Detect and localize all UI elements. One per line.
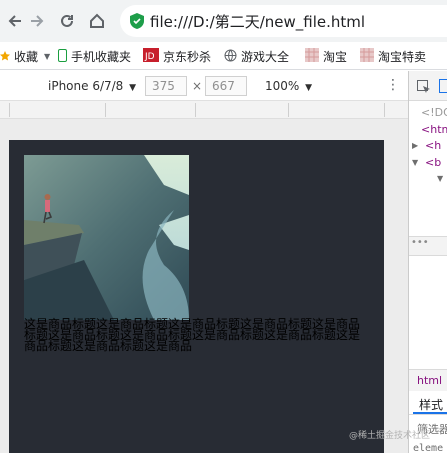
- ruler-tick: [9, 103, 10, 117]
- ruler-bar: [0, 101, 408, 119]
- bookmark-mobile[interactable]: 手机收藏夹: [58, 48, 131, 65]
- collapse-arrow-icon[interactable]: ▼: [437, 174, 443, 183]
- ruler-tick: [288, 103, 289, 117]
- product-image: [24, 155, 189, 320]
- ruler-tick: [105, 103, 106, 117]
- jd-icon: JD: [143, 48, 159, 65]
- chevron-down-icon: ▼: [129, 83, 137, 93]
- device-toolbar: iPhone 6/7/8 ▼ 375 × 667 100% ▼ ⋮: [0, 71, 408, 101]
- svg-text:JD: JD: [144, 52, 155, 62]
- address-bar-row: file:///D:/第二天/new_file.html: [0, 0, 447, 42]
- collapse-arrow-icon[interactable]: ▼: [412, 158, 418, 167]
- width-input[interactable]: 375: [145, 76, 187, 96]
- ruler-tick: [195, 103, 196, 117]
- bookmark-label: 手机收藏夹: [71, 50, 132, 64]
- bookmark-collect[interactable]: 收藏 ▼: [0, 48, 50, 65]
- devtools-toolbar: [409, 71, 447, 101]
- product-title-text: 这是商品标题这是商品标题这是商品标题这是商品标题这是商品标题这是商品标题这是商品…: [24, 317, 361, 353]
- zoom-select[interactable]: 100% ▼: [265, 79, 312, 93]
- url-text[interactable]: file:///D:/第二天/new_file.html: [150, 11, 365, 32]
- shield-icon: [130, 13, 144, 29]
- reload-icon[interactable]: [56, 10, 78, 32]
- breadcrumb-html[interactable]: html: [417, 374, 442, 387]
- chevron-down-icon[interactable]: ▼: [44, 52, 50, 61]
- bookmark-taobao[interactable]: 淘宝: [305, 48, 347, 65]
- chevron-down-icon: ▼: [305, 83, 313, 93]
- bookmark-taobao-sale[interactable]: 淘宝特卖: [360, 48, 426, 65]
- ruler-tick: [384, 103, 385, 117]
- bookmark-label: 淘宝特卖: [378, 50, 427, 64]
- devtools-breadcrumb: html: [409, 369, 447, 391]
- zoom-value: 100%: [265, 79, 300, 93]
- device-select[interactable]: iPhone 6/7/8 ▼: [48, 79, 136, 93]
- code-line[interactable]: <htm: [421, 123, 447, 136]
- emulated-page: 这是商品标题这是商品标题这是商品标题这是商品标题这是商品标题这是商品标题这是商品…: [9, 140, 384, 453]
- devtools-divider[interactable]: •••: [409, 236, 447, 256]
- star-icon: [0, 50, 10, 64]
- active-tab-indicator: [413, 412, 447, 414]
- dimension-separator: ×: [192, 79, 203, 93]
- watermark: @稀土掘金技术社区: [349, 431, 431, 441]
- arrow-right-icon[interactable]: [26, 10, 48, 32]
- devtools-panel: <!DO <htm ▶ <h ▼ <b ▼ ••• html 样式 筛选器 el…: [408, 71, 447, 453]
- inspect-icon[interactable]: [417, 79, 431, 98]
- arrow-left-icon[interactable]: [4, 10, 26, 32]
- bookmark-label: 淘宝: [323, 50, 348, 64]
- tab-styles[interactable]: 样式: [419, 396, 443, 413]
- bookmark-label: 京东秒杀: [163, 50, 212, 64]
- taobao-icon: [305, 48, 319, 65]
- home-icon[interactable]: [86, 10, 108, 32]
- device-toggle-icon[interactable]: [439, 79, 447, 93]
- phone-icon: [58, 48, 67, 65]
- bookmark-jd[interactable]: JD 京东秒杀: [143, 48, 211, 65]
- height-input[interactable]: 667: [205, 76, 247, 96]
- code-line[interactable]: <h: [425, 139, 441, 152]
- drag-handle-icon[interactable]: •••: [411, 237, 429, 248]
- devtools-subtabs: 样式: [409, 391, 447, 415]
- expand-arrow-icon[interactable]: ▶: [412, 141, 418, 150]
- bookmark-games[interactable]: 游戏大全: [224, 48, 289, 65]
- globe-icon: [224, 49, 237, 65]
- element-style-line: eleme: [413, 443, 444, 453]
- bookmark-label: 收藏: [14, 50, 39, 64]
- more-options-icon[interactable]: ⋮: [386, 77, 400, 93]
- bookmark-label: 游戏大全: [241, 50, 290, 64]
- browser-window: file:///D:/第二天/new_file.html 收藏 ▼ 手机收藏夹 …: [0, 0, 447, 453]
- device-name: iPhone 6/7/8: [48, 79, 124, 93]
- taobao-icon: [360, 48, 374, 65]
- code-line[interactable]: <!DO: [421, 106, 447, 119]
- code-line[interactable]: <b: [425, 156, 441, 169]
- bookmarks-bar: 收藏 ▼ 手机收藏夹 JD 京东秒杀 游戏大全 淘宝 淘宝特卖: [0, 42, 447, 70]
